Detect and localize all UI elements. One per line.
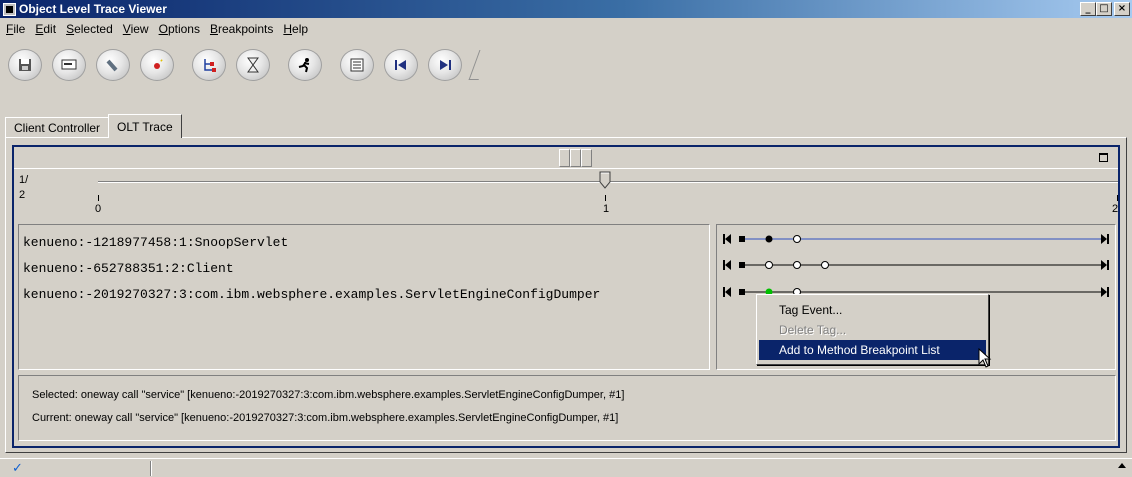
tick-label: 0 [95,203,102,215]
event-marker [793,235,801,243]
scroll-up-icon[interactable] [1118,463,1126,468]
app-icon [3,2,16,16]
monitor-button[interactable] [52,49,86,81]
ratio-numerator: 1/ [19,174,29,186]
slider-thumb[interactable] [599,171,611,189]
last-button[interactable] [428,49,462,81]
tab-client-controller[interactable]: Client Controller [5,117,110,138]
trace-entry-list: kenueno:-1218977458:1:SnoopServlet kenue… [18,224,710,370]
event-marker [793,261,801,269]
monitor-icon [61,59,77,70]
list-icon [350,58,364,72]
menu-options[interactable]: Options [155,22,206,36]
slider-header [14,147,1118,169]
save-icon [19,59,31,71]
lane-right-arrow-icon [1101,234,1107,244]
maximize-button[interactable]: □ [1096,2,1112,16]
lane-left-arrow-icon [725,287,731,297]
trace-entry[interactable]: kenueno:-2019270327:3:com.ibm.websphere.… [23,287,600,302]
lane-left-arrow-icon [725,260,731,270]
segment [581,149,592,167]
menu-file[interactable]: File [2,22,31,36]
lane-start-marker [739,262,745,268]
toolbar [8,44,490,86]
lane-right-arrow-icon [1101,287,1107,297]
menu-edit[interactable]: Edit [31,22,62,36]
event-marker [765,235,773,243]
maximize-panel-icon[interactable] [1099,153,1108,162]
last-icon [440,60,451,70]
mouse-cursor-icon [978,348,992,368]
selected-status: Selected: oneway call "service" [kenueno… [32,389,625,401]
wrench-icon [106,59,118,72]
status-bar: ✓ [0,458,1132,477]
run-button[interactable] [288,49,322,81]
slider-tick [98,195,99,201]
slider-tick [605,195,606,201]
menu-breakpoints[interactable]: Breakpoints [206,22,279,36]
title-bar: Object Level Trace Viewer _ □ × [0,0,1132,18]
pointer-icon [154,59,163,69]
hourglass-icon [247,57,259,73]
lane-left-arrow-icon [725,234,731,244]
tree-button[interactable] [192,49,226,81]
toolbar-end [468,50,490,80]
tab-strip: Client Controller OLT Trace [5,114,182,138]
menu-file-rest: ile [13,21,26,36]
menu-view[interactable]: View [119,22,155,36]
ratio-denominator: 2 [19,189,26,201]
slider-segments [559,149,592,167]
status-panel: Selected: oneway call "service" [kenueno… [18,375,1116,441]
menu-selected[interactable]: Selected [62,22,119,36]
runner-icon [298,58,310,73]
lane [723,260,1109,270]
tree-icon [204,59,216,72]
page-ratio: 1/ 2 [19,173,28,203]
window-controls: _ □ × [1080,2,1130,16]
lane-right-arrow-icon [1101,260,1107,270]
menu-help[interactable]: Help [279,22,314,36]
check-icon: ✓ [12,460,23,475]
wrench-button[interactable] [96,49,130,81]
first-icon [395,60,406,70]
lane-start-marker [739,289,745,295]
status-separator [150,461,152,476]
slider-tick [1117,195,1118,201]
menu-bar: File Edit Selected View Options Breakpoi… [0,19,314,38]
tick-label: 1 [603,203,610,215]
segment [559,149,570,167]
trace-entry[interactable]: kenueno:-652788351:2:Client [23,261,234,276]
save-button[interactable] [8,49,42,81]
tick-label: 2 [1112,203,1119,215]
first-button[interactable] [384,49,418,81]
add-to-method-breakpoint-list-menu-item[interactable]: Add to Method Breakpoint List [759,340,986,360]
event-marker [821,261,829,269]
current-status: Current: oneway call "service" [kenueno:… [32,412,619,424]
trace-entry[interactable]: kenueno:-1218977458:1:SnoopServlet [23,235,288,250]
delete-tag-menu-item[interactable]: Delete Tag... [759,320,986,340]
tag-event-menu-item[interactable]: Tag Event... [759,300,986,320]
lane [723,234,1109,244]
event-marker [765,261,773,269]
hourglass-button[interactable] [236,49,270,81]
segment [570,149,581,167]
context-menu: Tag Event... Delete Tag... Add to Method… [756,294,989,365]
close-button[interactable]: × [1114,2,1130,16]
list-button[interactable] [340,49,374,81]
lane-start-marker [739,236,745,242]
window-title: Object Level Trace Viewer [19,2,167,16]
tab-olt-trace[interactable]: OLT Trace [108,114,182,138]
pointer-button[interactable] [140,49,174,81]
minimize-button[interactable]: _ [1080,2,1096,16]
